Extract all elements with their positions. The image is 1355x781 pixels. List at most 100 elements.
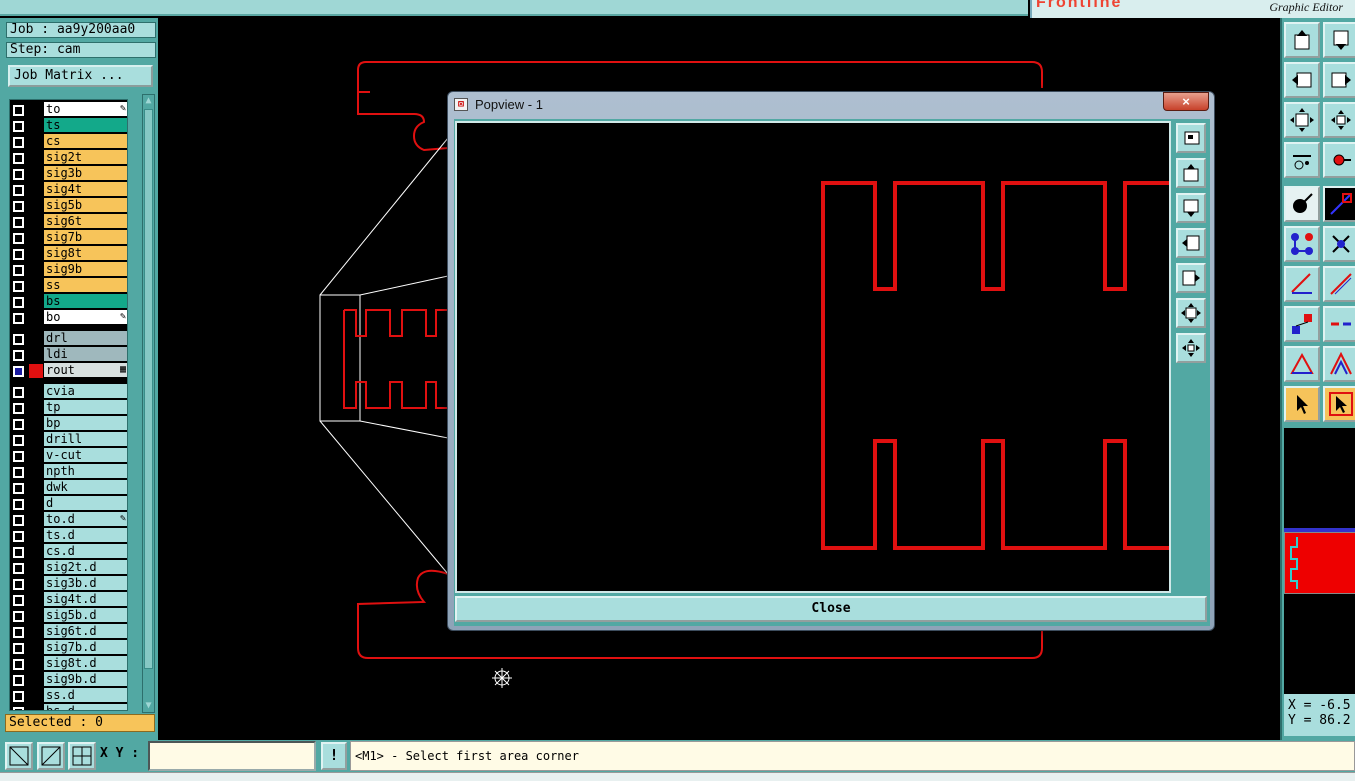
layer-checkbox[interactable]	[13, 350, 24, 361]
layer-checkbox[interactable]	[13, 627, 24, 638]
pan-down-button[interactable]	[1323, 22, 1355, 58]
layer-checkbox[interactable]	[13, 265, 24, 276]
board-thumbnail[interactable]	[1284, 532, 1355, 594]
angle-line-button[interactable]	[1284, 266, 1320, 302]
layer-row[interactable]: sig9b	[10, 262, 127, 278]
layer-checkbox[interactable]	[13, 403, 24, 414]
split-line-button[interactable]	[1323, 306, 1355, 342]
layer-row[interactable]: ss.d	[10, 688, 127, 704]
layer-checkbox[interactable]	[13, 313, 24, 324]
layer-row[interactable]: bs	[10, 294, 127, 310]
layer-display-mark[interactable]	[29, 657, 43, 671]
layer-row[interactable]: dwk	[10, 480, 127, 496]
layer-checkbox[interactable]	[13, 334, 24, 345]
job-matrix-button[interactable]: Job Matrix ...	[8, 65, 153, 87]
layer-checkbox[interactable]	[13, 611, 24, 622]
layer-checkbox[interactable]	[13, 531, 24, 542]
move-node-button[interactable]	[1284, 306, 1320, 342]
layer-row[interactable]: sig4t	[10, 182, 127, 198]
snap-angle-button[interactable]	[37, 742, 65, 770]
scroll-thumb[interactable]	[144, 109, 153, 669]
chamfer-button[interactable]	[1323, 346, 1355, 382]
pointer-button[interactable]	[1284, 386, 1320, 422]
layer-display-mark[interactable]	[29, 385, 43, 399]
popview-pan-left-button[interactable]	[1176, 228, 1206, 258]
layer-name[interactable]: sig9b	[44, 262, 127, 277]
layer-name[interactable]: npth	[44, 464, 127, 479]
layer-name[interactable]: sig3b.d	[44, 576, 127, 591]
triangle-button[interactable]	[1284, 346, 1320, 382]
layer-checkbox[interactable]	[13, 153, 24, 164]
layer-row[interactable]: sig6t.d	[10, 624, 127, 640]
layer-row[interactable]: to.d ✎	[10, 512, 127, 528]
layer-checkbox[interactable]	[13, 249, 24, 260]
layer-name[interactable]: to.d ✎	[44, 512, 127, 527]
layer-name[interactable]: dwk	[44, 480, 127, 495]
layer-display-mark[interactable]	[29, 263, 43, 277]
layer-display-mark[interactable]	[29, 247, 43, 261]
snap-button[interactable]	[1323, 142, 1355, 178]
layer-row[interactable]: npth	[10, 464, 127, 480]
zoom-fit-button[interactable]	[1284, 102, 1320, 138]
layer-checkbox[interactable]	[13, 169, 24, 180]
delete-node-button[interactable]	[1323, 226, 1355, 262]
layer-display-mark[interactable]	[29, 364, 43, 378]
layer-row[interactable]: bp	[10, 416, 127, 432]
layer-scrollbar[interactable]: ▲ ▼	[142, 94, 155, 713]
layer-row[interactable]: sig2t.d	[10, 560, 127, 576]
layer-checkbox[interactable]	[13, 451, 24, 462]
layer-name[interactable]: drill	[44, 432, 127, 447]
layer-row[interactable]: ts	[10, 118, 127, 134]
layer-checkbox[interactable]	[13, 643, 24, 654]
layer-row[interactable]: rout ▦	[10, 363, 127, 379]
layer-name[interactable]: sig7b	[44, 230, 127, 245]
layer-row[interactable]: sig4t.d	[10, 592, 127, 608]
layer-display-mark[interactable]	[29, 183, 43, 197]
layer-checkbox[interactable]	[13, 233, 24, 244]
layer-display-mark[interactable]	[29, 135, 43, 149]
layer-name[interactable]: sig9b.d	[44, 672, 127, 687]
layer-name[interactable]: sig6t.d	[44, 624, 127, 639]
layer-checkbox[interactable]	[13, 217, 24, 228]
layer-row[interactable]: sig8t.d	[10, 656, 127, 672]
snap-center-button[interactable]	[68, 742, 96, 770]
layer-row[interactable]: ts.d	[10, 528, 127, 544]
layer-checkbox[interactable]	[13, 547, 24, 558]
popview-titlebar[interactable]: ⊠ Popview - 1 ×	[448, 92, 1214, 118]
popview-pan-up-button[interactable]	[1176, 158, 1206, 188]
layer-display-mark[interactable]	[29, 449, 43, 463]
layer-name[interactable]: sig7b.d	[44, 640, 127, 655]
layer-name[interactable]: bs	[44, 294, 127, 309]
layer-name[interactable]: ldi	[44, 347, 127, 362]
layer-display-mark[interactable]	[29, 215, 43, 229]
layer-row[interactable]: bs.d	[10, 704, 127, 710]
layer-display-mark[interactable]	[29, 625, 43, 639]
layer-display-mark[interactable]	[29, 481, 43, 495]
layer-row[interactable]: sig8t	[10, 246, 127, 262]
layer-display-mark[interactable]	[29, 593, 43, 607]
layer-display-mark[interactable]	[29, 641, 43, 655]
connect-nodes-button[interactable]	[1284, 226, 1320, 262]
layer-checkbox[interactable]	[13, 435, 24, 446]
layer-name[interactable]: rout ▦	[44, 363, 127, 378]
layer-name[interactable]: tp	[44, 400, 127, 415]
edit-feature-button[interactable]	[1323, 186, 1355, 222]
layer-name[interactable]: v-cut	[44, 448, 127, 463]
layer-name[interactable]: d	[44, 496, 127, 511]
layer-display-mark[interactable]	[29, 417, 43, 431]
layer-name[interactable]: ts	[44, 118, 127, 133]
layer-checkbox[interactable]	[13, 281, 24, 292]
layer-display-mark[interactable]	[29, 497, 43, 511]
layer-row[interactable]: to ✎	[10, 102, 127, 118]
layer-name[interactable]: ss	[44, 278, 127, 293]
layer-row[interactable]: ldi	[10, 347, 127, 363]
layer-row[interactable]: d	[10, 496, 127, 512]
window-system-icon[interactable]: ⊠	[454, 98, 468, 111]
layer-name[interactable]: sig5b	[44, 198, 127, 213]
layer-row[interactable]: drl	[10, 331, 127, 347]
layer-checkbox[interactable]	[13, 691, 24, 702]
layer-name[interactable]: sig8t.d	[44, 656, 127, 671]
layer-checkbox[interactable]	[13, 137, 24, 148]
layer-checkbox[interactable]	[13, 121, 24, 132]
layer-display-mark[interactable]	[29, 705, 43, 710]
